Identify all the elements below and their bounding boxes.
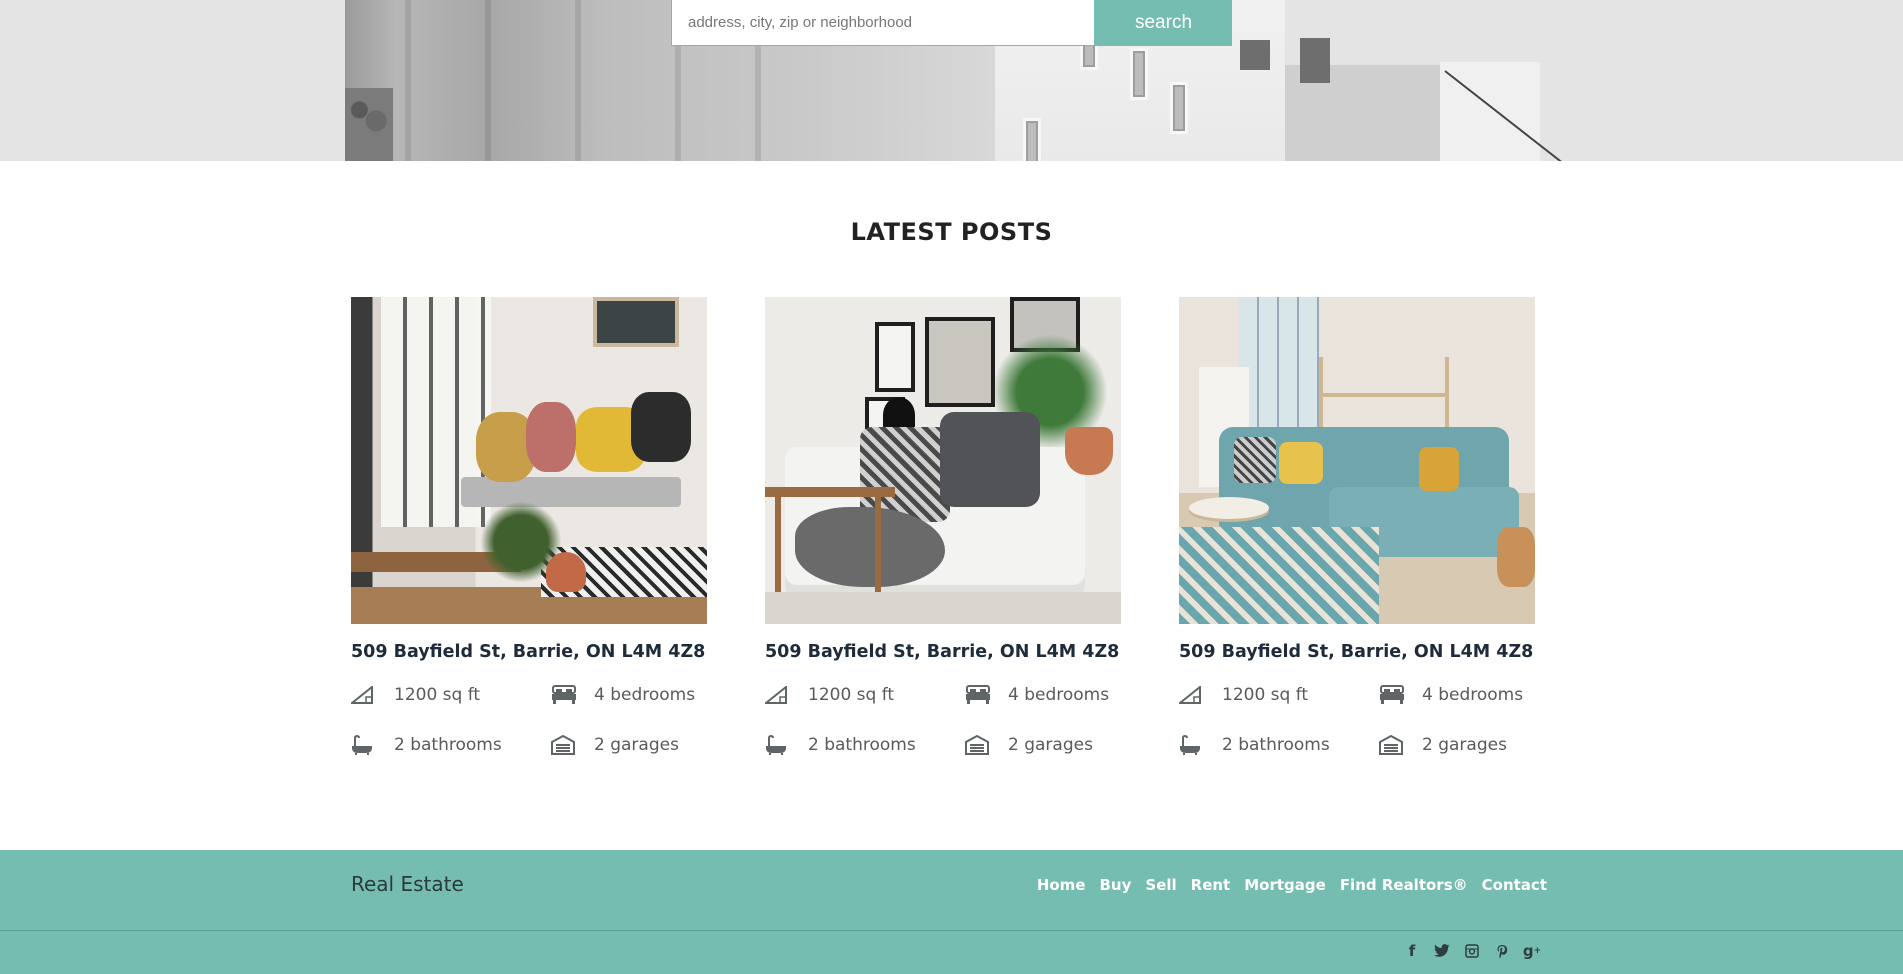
feature-area: 1200 sq ft	[351, 680, 551, 710]
feature-garages-text: 2 garages	[594, 735, 679, 755]
post-address[interactable]: 509 Bayfield St, Barrie, ON L4M 4Z8	[1179, 642, 1535, 662]
google-plus-icon[interactable]: g +	[1517, 940, 1547, 962]
search-button[interactable]: search	[1095, 0, 1232, 46]
feature-area-text: 1200 sq ft	[394, 685, 481, 705]
feature-bathrooms: 2 bathrooms	[351, 730, 551, 760]
feature-bedrooms: 4 bedrooms	[1379, 680, 1535, 710]
footer-nav-mortgage[interactable]: Mortgage	[1244, 876, 1326, 894]
post-photo[interactable]	[765, 297, 1121, 624]
feature-bathrooms: 2 bathrooms	[765, 730, 965, 760]
post-address[interactable]: 509 Bayfield St, Barrie, ON L4M 4Z8	[351, 642, 707, 662]
post-address[interactable]: 509 Bayfield St, Barrie, ON L4M 4Z8	[765, 642, 1121, 662]
feature-bathrooms-text: 2 bathrooms	[1222, 735, 1330, 755]
feature-bedrooms: 4 bedrooms	[551, 680, 707, 710]
feature-bedrooms: 4 bedrooms	[965, 680, 1121, 710]
search-input[interactable]	[671, 0, 1095, 46]
feature-bathrooms-text: 2 bathrooms	[394, 735, 502, 755]
bathtub-icon	[765, 734, 791, 756]
feature-bathrooms: 2 bathrooms	[1179, 730, 1379, 760]
feature-area-text: 1200 sq ft	[808, 685, 895, 705]
footer-nav-find-realtors[interactable]: Find Realtors®	[1340, 876, 1468, 894]
post-features: 1200 sq ft 4 bedrooms 2 bathrooms 2 gara…	[1179, 680, 1535, 760]
hero-banner: search	[0, 0, 1903, 161]
feature-garages: 2 garages	[1379, 730, 1535, 760]
post-card[interactable]: 509 Bayfield St, Barrie, ON L4M 4Z8 1200…	[1179, 297, 1535, 760]
post-photo[interactable]	[351, 297, 707, 624]
feature-area: 1200 sq ft	[1179, 680, 1379, 710]
pinterest-icon[interactable]	[1487, 940, 1517, 962]
area-icon	[1179, 684, 1205, 706]
feature-garages: 2 garages	[965, 730, 1121, 760]
feature-area: 1200 sq ft	[765, 680, 965, 710]
footer-nav-rent[interactable]: Rent	[1191, 876, 1231, 894]
post-features: 1200 sq ft 4 bedrooms 2 bathrooms 2 gara…	[351, 680, 707, 760]
post-card[interactable]: 509 Bayfield St, Barrie, ON L4M 4Z8 1200…	[765, 297, 1121, 760]
area-icon	[351, 684, 377, 706]
bathtub-icon	[351, 734, 377, 756]
feature-bathrooms-text: 2 bathrooms	[808, 735, 916, 755]
area-icon	[765, 684, 791, 706]
feature-area-text: 1200 sq ft	[1222, 685, 1309, 705]
feature-garages: 2 garages	[551, 730, 707, 760]
bathtub-icon	[1179, 734, 1205, 756]
footer-nav-home[interactable]: Home	[1037, 876, 1086, 894]
instagram-icon[interactable]	[1457, 940, 1487, 962]
feature-garages-text: 2 garages	[1008, 735, 1093, 755]
garage-icon	[1379, 734, 1405, 756]
post-features: 1200 sq ft 4 bedrooms 2 bathrooms 2 gara…	[765, 680, 1121, 760]
footer-nav: Home Buy Sell Rent Mortgage Find Realtor…	[1023, 876, 1547, 894]
post-photo[interactable]	[1179, 297, 1535, 624]
hero-balcony-plants	[345, 88, 393, 161]
garage-icon	[551, 734, 577, 756]
feature-garages-text: 2 garages	[1422, 735, 1507, 755]
footer-brand[interactable]: Real Estate	[351, 872, 464, 896]
social-links: f g +	[1397, 940, 1547, 962]
bed-icon	[551, 684, 577, 706]
footer-nav-contact[interactable]: Contact	[1482, 876, 1547, 894]
feature-bedrooms-text: 4 bedrooms	[1422, 685, 1524, 705]
site-footer: Real Estate Home Buy Sell Rent Mortgage …	[0, 850, 1903, 974]
facebook-icon[interactable]: f	[1397, 940, 1427, 962]
search-bar: search	[671, 0, 1232, 46]
feature-bedrooms-text: 4 bedrooms	[594, 685, 696, 705]
bed-icon	[965, 684, 991, 706]
section-title: LATEST POSTS	[850, 218, 1053, 246]
footer-nav-sell[interactable]: Sell	[1145, 876, 1176, 894]
feature-bedrooms-text: 4 bedrooms	[1008, 685, 1110, 705]
footer-nav-buy[interactable]: Buy	[1100, 876, 1132, 894]
post-card[interactable]: 509 Bayfield St, Barrie, ON L4M 4Z8 1200…	[351, 297, 707, 760]
garage-icon	[965, 734, 991, 756]
bed-icon	[1379, 684, 1405, 706]
twitter-icon[interactable]	[1427, 940, 1457, 962]
footer-divider	[0, 930, 1903, 931]
